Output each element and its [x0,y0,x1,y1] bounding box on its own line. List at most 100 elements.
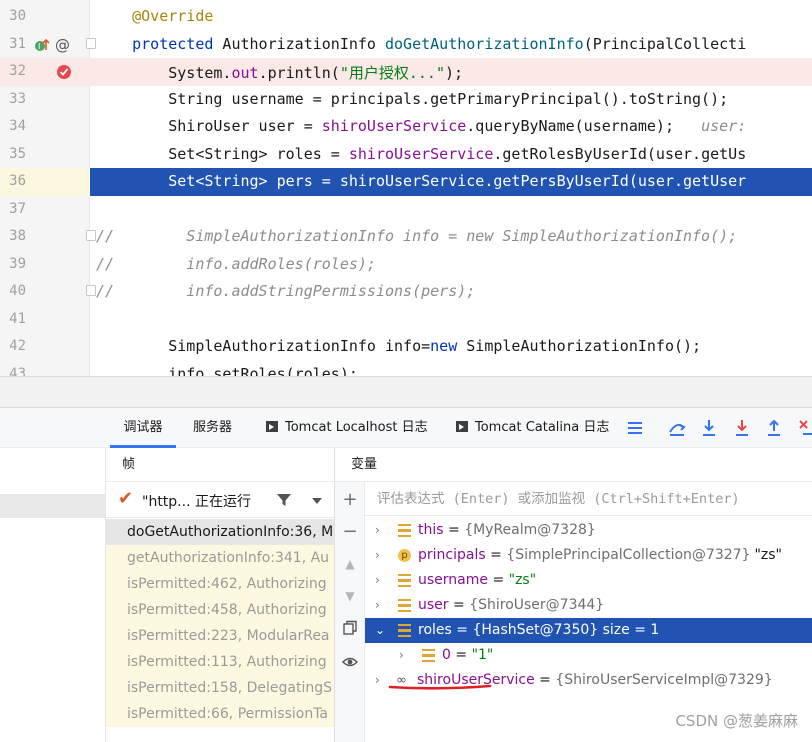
variable-row[interactable]: › this = {MyRealm@7328} [365,518,812,543]
code-line[interactable]: 38 // SimpleAuthorizationInfo info = new … [0,223,812,251]
fold-marker-icon[interactable] [86,285,96,296]
code-token: user: [692,117,747,135]
variable-row[interactable]: › username = "zs" [365,568,812,593]
code-line[interactable]: 34 ShiroUser user = shiroUserService.que… [0,113,812,141]
step-over-icon[interactable] [699,418,719,438]
variable-row[interactable]: › p principals = {SimplePrincipalCollectio… [365,543,812,568]
add-watch-icon[interactable]: + [342,491,358,509]
code-line[interactable]: 37 [0,196,812,224]
tab-debugger[interactable]: 调试器 [110,408,176,448]
chevron-right-icon[interactable]: › [375,543,380,568]
line-number: 41 [9,310,26,327]
variable-text: user = {ShiroUser@7344} [418,593,604,618]
chevron-right-icon[interactable]: › [375,568,380,593]
code-line[interactable]: 33 String username = principals.getPrima… [0,86,812,114]
eye-icon[interactable] [342,654,358,670]
implements-method-icon[interactable]: I [34,37,50,53]
code-line[interactable]: 32 System.out.println("用户授权..."); [0,58,812,86]
show-execution-point-icon[interactable] [667,418,687,438]
step-out-icon[interactable] [764,418,784,438]
variable-name: roles [418,622,452,638]
line-number: 40 [9,283,26,299]
chevron-right-icon[interactable]: › [375,518,380,543]
remove-watch-icon[interactable]: − [342,523,358,541]
code-token: info.setRoles(roles); [96,364,358,377]
frames-panel: 帧 ✔ "http... 正在运行 doGetAuthorizationInfo… [106,448,335,742]
code-line[interactable]: 39 // info.addRoles(roles); [0,251,812,279]
frame-item[interactable]: isPermitted:158, DelegatingS [106,675,334,701]
tab-tomcat-localhost[interactable]: Tomcat Localhost 日志 [266,408,428,448]
fold-marker-icon[interactable] [86,230,96,241]
equals-sign: = [485,547,507,563]
frame-item[interactable]: isPermitted:458, Authorizing [106,597,334,623]
variable-value: {HashSet@7350} size = 1 [472,622,660,638]
code-token: // SimpleAuthorizationInfo info = new Si… [96,227,738,245]
code-line[interactable]: 41 [0,306,812,334]
thread-selector[interactable]: ✔ "http... 正在运行 [106,482,334,518]
move-up-icon[interactable]: ▲ [342,556,358,572]
code-editor[interactable]: 30 @Override 31 protected AuthorizationIn… [0,0,812,376]
variable-row[interactable]: ⌄ roles = {HashSet@7350} size = 1 [365,618,812,643]
move-down-icon[interactable]: ▼ [342,588,358,604]
variable-text: 0 = "1" [442,643,493,668]
annotation-at-icon: @ [55,36,70,54]
frame-item[interactable]: isPermitted:223, ModularRea [106,623,334,649]
frame-item[interactable]: isPermitted:462, Authorizing [106,571,334,597]
chevron-down-icon[interactable]: ⌄ [375,618,385,643]
frame-item[interactable]: isPermitted:66, PermissionTa [106,701,334,727]
frame-item[interactable]: getAuthorizationInfo:341, Au [106,545,334,571]
line-number: 34 [9,118,26,134]
evaluate-expression-input[interactable]: 评估表达式 (Enter) 或添加监视 (Ctrl+Shift+Enter) [365,482,812,516]
code-line[interactable]: 43 info.setRoles(roles); [0,361,812,377]
field-icon [398,599,411,612]
variable-value: {ShiroUserServiceImpl@7329} [555,672,773,688]
force-step-into-icon[interactable] [732,418,752,438]
code-line[interactable]: 35 Set<String> roles = shiroUserService.… [0,141,812,169]
code-line[interactable]: 42 SimpleAuthorizationInfo info=new Simp… [0,333,812,361]
line-number: 33 [9,90,26,107]
code-token: Set<String> pers = shiroUserService.getP… [96,172,747,190]
equals-sign: = [534,672,556,688]
tab-server[interactable]: 服务器 [193,408,232,448]
line-number: 42 [9,338,26,354]
code-line[interactable]: 30 @Override [0,3,812,31]
drop-frame-icon[interactable] [797,418,812,438]
line-number: 43 [9,365,26,377]
chevron-right-icon[interactable]: › [399,643,404,668]
menu-lines-icon[interactable] [625,418,645,438]
code-token: .println( [258,64,340,82]
tab-tomcat-catalina[interactable]: Tomcat Catalina 日志 [456,408,609,448]
code-token: ); [445,64,464,82]
variable-text: principals = {SimplePrincipalCollection@… [418,543,782,568]
frame-item[interactable]: doGetAuthorizationInfo:36, M [106,519,334,545]
copy-icon[interactable] [342,620,358,636]
fold-marker-icon[interactable] [86,37,96,49]
variable-row[interactable]: › 0 = "1" [365,643,812,668]
code-token: (PrincipalCollecti [583,34,747,53]
code-token: @Override [132,7,214,25]
code-line[interactable]: 31 protected AuthorizationInfo doGetAuth… [0,31,812,59]
frame-item[interactable]: isPermitted:113, Authorizing [106,649,334,675]
variable-row[interactable]: › user = {ShiroUser@7344} [365,593,812,618]
code-token: String username = principals.getPrimaryP… [96,89,729,108]
variable-extra: "zs" [754,547,782,563]
debug-tab-bar: 调试器 服务器 Tomcat Localhost 日志 Tomcat Catal… [0,408,812,448]
code-line[interactable]: 36 Set<String> pers = shiroUserService.g… [0,168,812,196]
filter-icon[interactable] [276,492,292,508]
equals-sign: = [451,622,473,638]
chevron-down-icon[interactable] [312,498,322,504]
code-token: SimpleAuthorizationInfo info= [96,337,431,355]
equals-sign: = [450,647,472,663]
variable-name: username [418,572,488,588]
chevron-right-icon[interactable]: › [375,593,380,618]
equals-sign: = [443,522,465,538]
panel-splitter[interactable] [0,376,812,408]
line-number: 38 [9,228,26,244]
code-text: protected AuthorizationInfo doGetAuthori… [96,35,746,53]
watch-link-icon: ∞ [396,673,407,688]
variables-panel: 变量 + − ▲ ▼ 评估表达式 (Enter) 或添加监视 (Ctrl+Shi… [335,448,812,742]
chevron-right-icon[interactable]: › [375,668,380,693]
breakpoint-icon[interactable] [56,64,72,80]
code-line[interactable]: 40 // info.addStringPermissions(pers); [0,278,812,306]
code-token: protected [132,34,214,53]
